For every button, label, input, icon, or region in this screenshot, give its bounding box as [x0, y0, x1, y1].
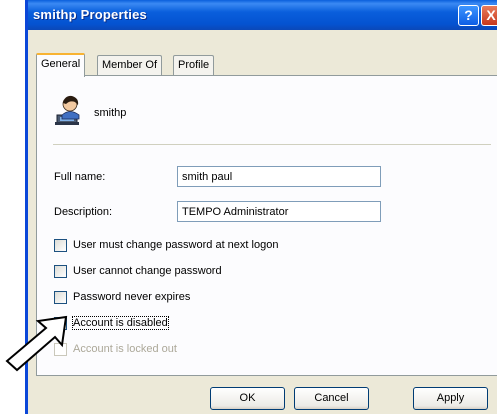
- cancel-button[interactable]: Cancel: [294, 387, 369, 410]
- checkbox-box[interactable]: [54, 265, 67, 278]
- description-label: Description:: [54, 206, 113, 218]
- properties-dialog: smithp Properties ? X General Member Of …: [25, 0, 497, 414]
- title-bar[interactable]: smithp Properties ? X: [28, 0, 497, 30]
- ok-button[interactable]: OK: [210, 387, 285, 410]
- divider: [53, 144, 491, 145]
- full-name-label: Full name:: [54, 171, 106, 183]
- checkbox-box[interactable]: [54, 291, 67, 304]
- checkbox-label: Account is locked out: [73, 343, 177, 355]
- tab-profile[interactable]: Profile: [173, 55, 215, 75]
- checkbox-label: User cannot change password: [73, 265, 222, 277]
- apply-button[interactable]: Apply: [413, 387, 488, 410]
- window-title: smithp Properties: [33, 7, 147, 22]
- general-tab-panel: smithp Full name: Description: User must…: [36, 75, 497, 376]
- checkbox-label: User must change password at next logon: [73, 239, 279, 251]
- checkbox-label: Password never expires: [73, 291, 191, 303]
- help-button[interactable]: ?: [458, 5, 479, 26]
- checkbox-box[interactable]: [54, 239, 67, 252]
- user-icon: [55, 95, 80, 125]
- pointer-arrow-icon: [5, 315, 68, 372]
- description-field[interactable]: [177, 201, 381, 222]
- tab-member-of[interactable]: Member Of: [97, 55, 163, 75]
- tab-general[interactable]: General: [36, 53, 86, 77]
- close-button[interactable]: X: [481, 5, 497, 26]
- user-name: smithp: [94, 107, 127, 119]
- checkbox-label: Account is disabled: [72, 316, 169, 330]
- full-name-field[interactable]: [177, 166, 381, 187]
